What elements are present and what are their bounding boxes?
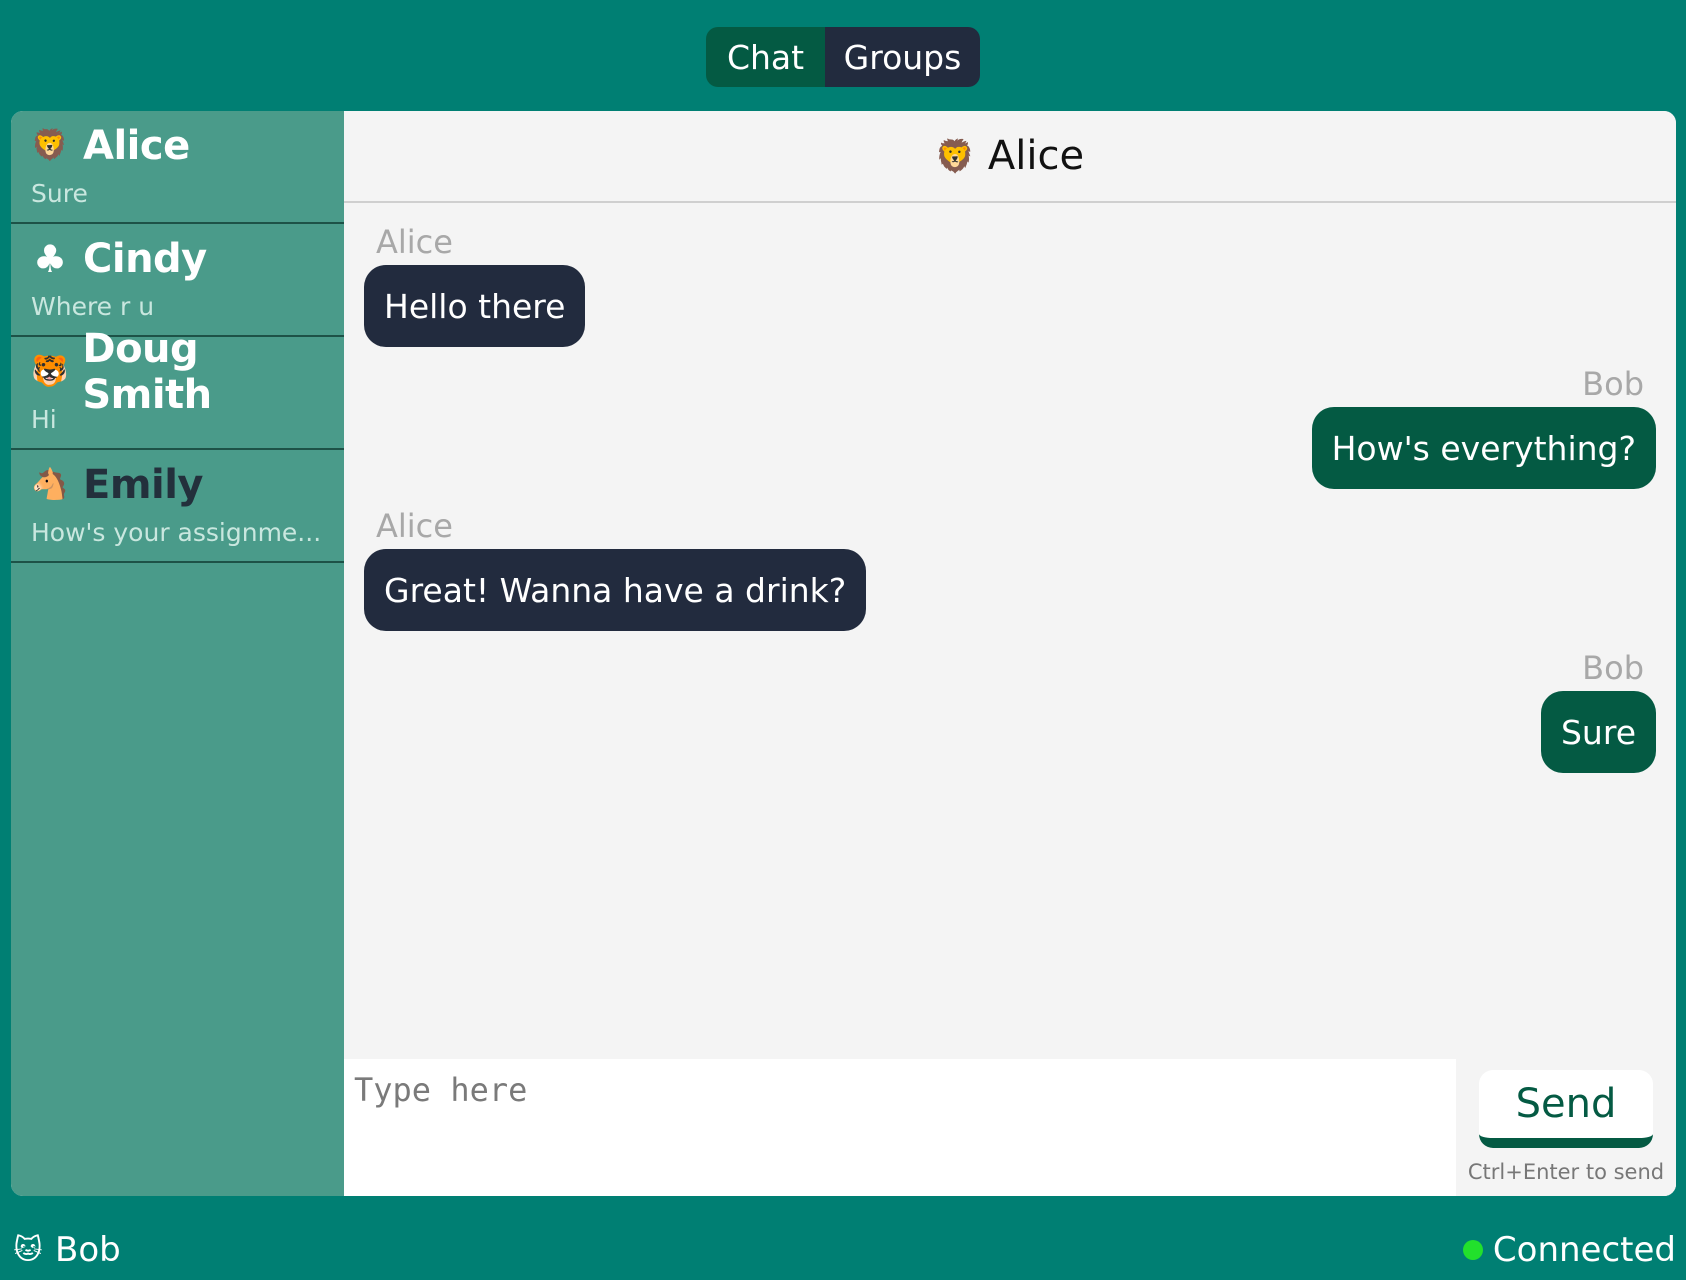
- tab-groups[interactable]: Groups: [825, 27, 980, 87]
- composer: Send Ctrl+Enter to send: [344, 1059, 1676, 1196]
- cat-icon: 🐱: [13, 1233, 43, 1266]
- connection-status: Connected: [1462, 1230, 1676, 1270]
- message-bubble: Hello there: [364, 265, 586, 347]
- message-input[interactable]: [344, 1059, 1456, 1196]
- status-dot-icon: [1462, 1240, 1483, 1260]
- contact-name: Emily: [83, 462, 204, 508]
- contact-name: Doug Smith: [82, 326, 212, 418]
- contact-preview: Sure: [31, 179, 88, 208]
- message-item: Alice Great! Wanna have a drink?: [364, 507, 1656, 631]
- lion-icon: 🦁: [31, 128, 69, 163]
- current-user: 🐱 Bob: [13, 1230, 121, 1270]
- message-sender: Bob: [1582, 365, 1644, 403]
- contact-list: 🦁 Alice Sure ♣ Cindy Where r u 🐯 Doug Sm…: [11, 111, 344, 1196]
- send-button[interactable]: Send: [1479, 1070, 1653, 1148]
- contact-name: Alice: [83, 123, 190, 169]
- message-item: Alice Hello there: [364, 223, 1656, 347]
- current-user-name: Bob: [55, 1230, 121, 1270]
- message-item: Bob Sure: [364, 649, 1656, 773]
- main-panel: 🦁 Alice Sure ♣ Cindy Where r u 🐯 Doug Sm…: [11, 111, 1676, 1196]
- message-item: Bob How's everything?: [364, 365, 1656, 489]
- message-sender: Alice: [376, 507, 453, 545]
- club-icon: ♣: [32, 237, 68, 281]
- contact-preview: How's your assignme...: [31, 518, 322, 547]
- composer-actions: Send Ctrl+Enter to send: [1456, 1059, 1676, 1196]
- contact-item-cindy[interactable]: ♣ Cindy Where r u: [11, 224, 344, 337]
- message-bubble: Great! Wanna have a drink?: [364, 549, 867, 631]
- connection-status-text: Connected: [1492, 1230, 1676, 1270]
- message-sender: Bob: [1582, 649, 1644, 687]
- message-bubble: Sure: [1540, 691, 1656, 773]
- contact-item-alice[interactable]: 🦁 Alice Sure: [11, 111, 344, 224]
- chat-title: Alice: [987, 133, 1085, 179]
- contact-item-doug-smith[interactable]: 🐯 Doug Smith Hi: [11, 326, 344, 450]
- horse-icon: 🐴: [31, 467, 69, 502]
- chat-header: 🦁 Alice: [344, 111, 1676, 203]
- message-list: Alice Hello there Bob How's everything? …: [344, 203, 1676, 1059]
- contact-name: Cindy: [83, 236, 207, 282]
- tab-chat[interactable]: Chat: [706, 27, 825, 87]
- tiger-icon: 🐯: [31, 354, 69, 389]
- top-tabs: Chat Groups: [706, 27, 980, 87]
- message-sender: Alice: [376, 223, 453, 261]
- contact-item-emily[interactable]: 🐴 Emily How's your assignme...: [11, 450, 344, 563]
- send-hint: Ctrl+Enter to send: [1467, 1160, 1665, 1184]
- chat-area: 🦁 Alice Alice Hello there Bob How's ever…: [344, 111, 1676, 1196]
- chat-app: Chat Groups 🦁 Alice Sure ♣ Cindy Where r…: [0, 0, 1686, 1280]
- lion-icon: 🦁: [934, 137, 975, 175]
- message-bubble: How's everything?: [1311, 407, 1656, 489]
